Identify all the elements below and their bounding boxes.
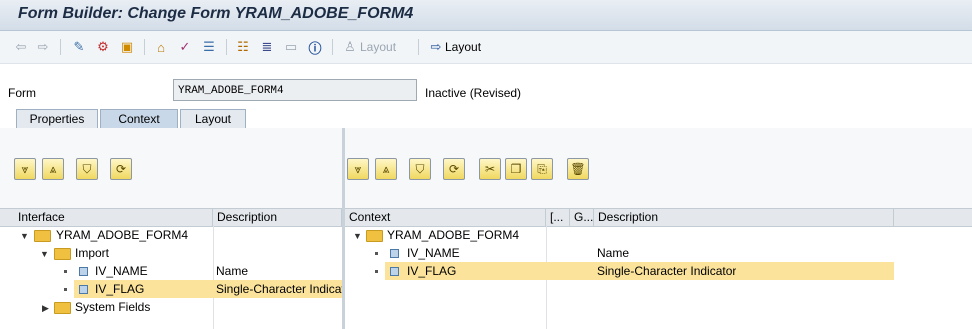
tree-row-selected[interactable]: IV_FLAG Single-Character Indicator (345, 262, 972, 280)
toolbar-separator (332, 39, 333, 55)
copy-icon[interactable]: ❐ (505, 158, 527, 180)
tree-node-description: Single-Character Indicat (216, 282, 342, 296)
display-change-icon[interactable]: ✎ (70, 37, 88, 57)
field-icon (390, 262, 399, 280)
tree-row[interactable]: IV_NAME Name (0, 262, 342, 280)
expand-all-icon[interactable]: ⩔ (347, 158, 369, 180)
description-column-header[interactable]: Description (594, 209, 894, 226)
layout-button[interactable]: Layout (445, 37, 485, 57)
title-bar: Form Builder: Change Form YRAM_ADOBE_FOR… (0, 0, 972, 31)
bullet-icon (375, 262, 378, 280)
tab-strip: Properties Context Layout (0, 107, 972, 130)
find-icon[interactable]: ⛉ (409, 158, 431, 180)
delete-icon[interactable]: 🗑 (567, 158, 589, 180)
tree-row[interactable]: ▶ System Fields (0, 298, 342, 316)
tab-layout[interactable]: Layout (180, 109, 246, 128)
folder-icon (54, 298, 71, 316)
activate-icon[interactable]: ▣ (118, 37, 136, 57)
toolbar-separator (144, 39, 145, 55)
column2-header[interactable]: [... (546, 209, 570, 226)
tab-properties[interactable]: Properties (16, 109, 98, 128)
test-icon[interactable]: ✓ (176, 37, 194, 57)
form-status: Inactive (Revised) (425, 86, 522, 100)
bullet-icon (64, 280, 67, 298)
layout-disabled-button[interactable]: Layout (360, 37, 400, 57)
tab-context[interactable]: Context (100, 109, 178, 128)
expanded-triangle-icon[interactable]: ▼ (353, 226, 362, 244)
context-toolbar: ⩔ ⩓ ⛉ ⟳ ✂ ❐ ⎘ 🗑 (345, 128, 972, 210)
column3-header[interactable]: G... (570, 209, 594, 226)
tree-node-description: Name (216, 264, 249, 278)
interface-column-header[interactable]: Interface (14, 209, 213, 226)
check-icon[interactable]: ⚙ (94, 37, 112, 57)
toolbar-separator (226, 39, 227, 55)
tree-node-label: YRAM_ADOBE_FORM4 (56, 228, 189, 242)
form-name-field[interactable]: YRAM_ADOBE_FORM4 (173, 79, 417, 101)
tree-node-description: Single-Character Indicator (597, 264, 737, 278)
cut-icon[interactable]: ✂ (479, 158, 501, 180)
interface-panel: ⩔ ⩓ ⛉ ⟳ Interface Description ▼ YRAM_ADO… (0, 128, 342, 329)
find-icon[interactable]: ⛉ (76, 158, 98, 180)
refresh-icon[interactable]: ⟳ (110, 158, 132, 180)
folder-open-icon (54, 244, 71, 262)
expand-all-icon[interactable]: ⩔ (14, 158, 36, 180)
collapse-all-icon[interactable]: ⩓ (42, 158, 64, 180)
collapse-all-icon[interactable]: ⩓ (375, 158, 397, 180)
forward-arrow-icon[interactable]: ⇨ (34, 37, 52, 57)
expanded-triangle-icon[interactable]: ▼ (20, 226, 29, 244)
interface-toolbar: ⩔ ⩓ ⛉ ⟳ (0, 128, 342, 210)
hierarchy-icon[interactable]: ☷ (234, 37, 252, 57)
tree-node-label: IV_FLAG (407, 264, 457, 278)
folder-open-icon (34, 226, 51, 244)
field-icon (79, 262, 88, 280)
field-icon (390, 244, 399, 262)
folder-open-icon (366, 226, 383, 244)
tree-node-description: Name (597, 246, 630, 260)
field-icon (79, 280, 88, 298)
application-toolbar: ⇦ ⇨ ✎ ⚙ ▣ ⌂ ✓ ☰ ☷ ≣ ▭ ⓘ ♙ Layout ⇨ Layou… (0, 31, 972, 64)
tree-node-label: IV_FLAG (95, 282, 145, 296)
toolbar-separator (60, 39, 61, 55)
toolbar-separator (418, 39, 419, 55)
forward-arrow-icon: ⇨ (430, 39, 442, 54)
tree-node-label: Import (75, 246, 110, 260)
tree-row[interactable]: ▼ YRAM_ADOBE_FORM4 (345, 226, 972, 244)
tree-row[interactable]: IV_NAME Name (345, 244, 972, 262)
back-arrow-icon[interactable]: ⇦ (12, 37, 30, 57)
bullet-icon (375, 244, 378, 262)
tree-node-label: IV_NAME (95, 264, 148, 278)
info-icon[interactable]: ⓘ (306, 37, 324, 57)
layout-disabled-icon: ♙ (344, 39, 356, 54)
where-used-icon[interactable]: ⌂ (152, 37, 170, 57)
expanded-triangle-icon[interactable]: ▼ (40, 244, 49, 262)
tree-row[interactable]: ▼ Import (0, 244, 342, 262)
bullet-icon (64, 262, 67, 280)
context-header: Context [... G... Description (345, 208, 972, 227)
paste-icon[interactable]: ⎘ (531, 158, 553, 180)
tree-row[interactable]: ▼ YRAM_ADOBE_FORM4 (0, 226, 342, 244)
description-column-header[interactable]: Description (213, 209, 342, 226)
form-header: Form YRAM_ADOBE_FORM4 Inactive (Revised) (0, 78, 972, 108)
tree-node-label: YRAM_ADOBE_FORM4 (387, 228, 520, 242)
tree-node-label: IV_NAME (407, 246, 460, 260)
context-panel: ⩔ ⩓ ⛉ ⟳ ✂ ❐ ⎘ 🗑 Context [... G... Descri… (345, 128, 972, 329)
window-title: Form Builder: Change Form YRAM_ADOBE_FOR… (18, 5, 414, 22)
form-label: Form (8, 86, 36, 100)
context-column-header[interactable]: Context (345, 209, 546, 226)
tree-row-selected[interactable]: IV_FLAG Single-Character Indicat (0, 280, 342, 298)
refresh-icon[interactable]: ⟳ (443, 158, 465, 180)
window-icon[interactable]: ▭ (282, 37, 300, 57)
collapsed-triangle-icon[interactable]: ▶ (42, 298, 49, 316)
object-list-icon[interactable]: ☰ (200, 37, 218, 57)
stack-icon[interactable]: ≣ (258, 37, 276, 57)
interface-header: Interface Description (0, 208, 342, 227)
tree-node-label: System Fields (75, 300, 151, 314)
